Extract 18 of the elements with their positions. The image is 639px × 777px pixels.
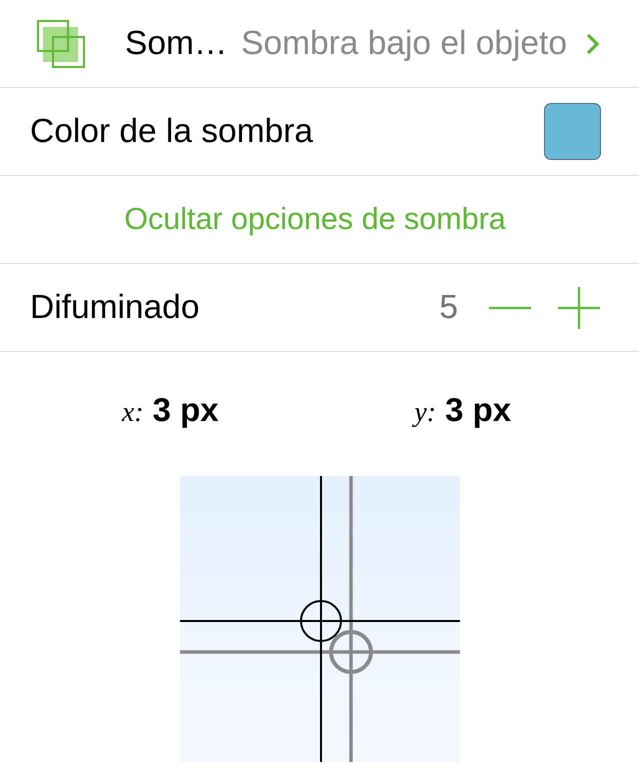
object-position-ring <box>300 600 342 642</box>
offset-pad[interactable] <box>180 476 460 762</box>
hide-options-button[interactable]: Ocultar opciones de sombra <box>124 202 506 237</box>
y-offset-value: 3 px <box>445 391 512 429</box>
overlapping-squares-icon <box>37 20 85 68</box>
stepper-value: 5 <box>439 288 458 326</box>
y-axis-label: y: <box>414 397 436 429</box>
chevron-right-icon[interactable] <box>586 32 600 54</box>
row-label: Color de la sombra <box>30 112 314 150</box>
plus-icon[interactable] <box>558 286 600 328</box>
row-label: Som… <box>125 24 228 62</box>
x-axis-label: x: <box>122 397 144 429</box>
x-offset-value: 3 px <box>152 391 219 429</box>
color-swatch-icon[interactable] <box>544 103 601 160</box>
minus-icon[interactable] <box>489 306 531 310</box>
row-label: Difuminado <box>30 288 200 326</box>
shadow-type-value[interactable]: Sombra bajo el objeto <box>241 24 567 62</box>
shadow-offset-handle[interactable] <box>328 630 372 674</box>
